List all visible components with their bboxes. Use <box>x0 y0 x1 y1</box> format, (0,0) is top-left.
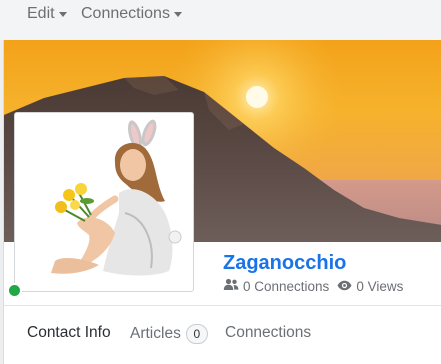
profile-picture <box>51 119 182 276</box>
profile-page: Edit Connections Zaganocchio 0 Connectio… <box>0 0 441 364</box>
eye-icon <box>337 279 352 294</box>
tab-label: Articles <box>130 325 181 342</box>
edit-menu[interactable]: Edit <box>27 5 67 23</box>
caret-down-icon <box>173 11 182 17</box>
profile-stats: 0 Connections 0 Views <box>223 278 403 294</box>
tab-contact-info[interactable]: Contact Info <box>27 324 111 342</box>
users-icon <box>223 278 239 294</box>
tab-label: Contact Info <box>27 324 111 341</box>
profile-card: Zaganocchio 0 Connections 0 Views Contac… <box>3 40 441 364</box>
profile-tabs: Contact Info Articles 0 Connections <box>4 306 441 364</box>
tab-articles[interactable]: Articles 0 <box>130 324 208 344</box>
online-status-indicator <box>7 283 22 298</box>
connections-count: 0 Connections <box>243 278 330 294</box>
avatar[interactable] <box>14 112 194 292</box>
connections-menu-label: Connections <box>81 5 170 22</box>
tab-connections[interactable]: Connections <box>225 324 311 342</box>
edit-menu-label: Edit <box>27 5 55 22</box>
profile-name-link[interactable]: Zaganocchio <box>223 252 346 275</box>
views-count: 0 Views <box>356 278 404 294</box>
top-navigation: Edit Connections <box>0 0 441 40</box>
connections-menu[interactable]: Connections <box>81 5 182 23</box>
caret-down-icon <box>58 11 67 17</box>
tab-label: Connections <box>225 324 312 341</box>
articles-count-badge: 0 <box>185 324 208 344</box>
